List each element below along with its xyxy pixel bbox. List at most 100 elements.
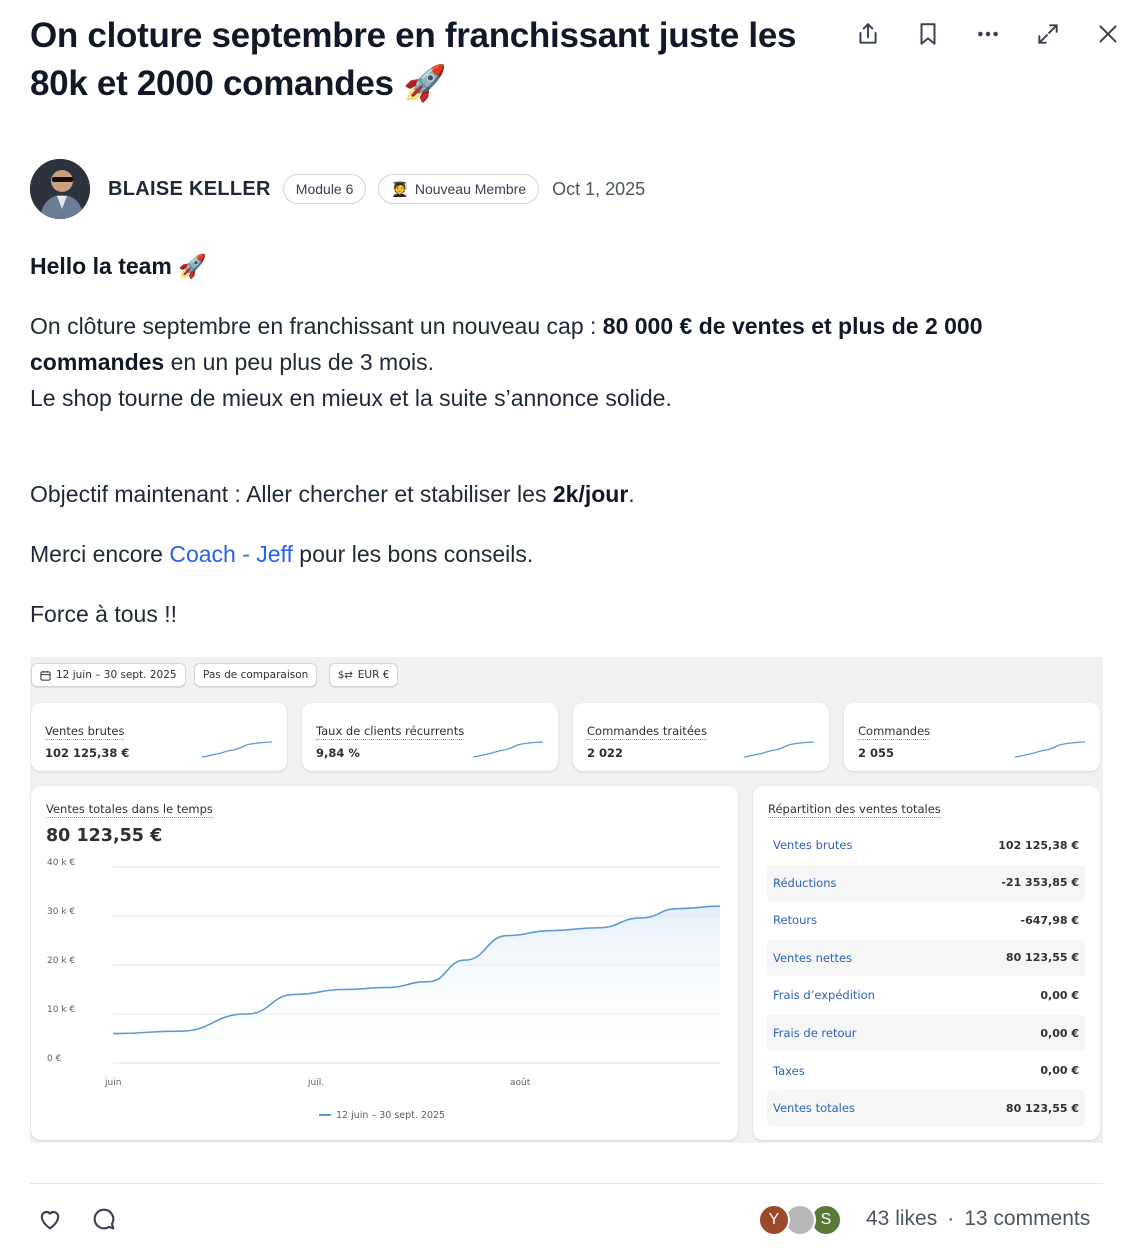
breakdown-label[interactable]: Retours (773, 913, 817, 927)
x-tick-label: juin (104, 1078, 121, 1088)
more-icon (978, 31, 998, 37)
author-row: BLAISE KELLER Module 6 🧑‍🎓 Nouveau Membr… (30, 158, 645, 220)
breakdown-label[interactable]: Frais d’expédition (773, 988, 875, 1002)
p2-text-b: . (628, 481, 635, 507)
breakdown-row: Ventes totales 80 123,55 € (767, 1090, 1085, 1127)
breakdown-value: 0,00 € (1040, 1064, 1079, 1078)
module-badge-label: Module 6 (295, 181, 354, 197)
p3-text-a: Merci encore (30, 541, 170, 567)
breakdown-value: 0,00 € (1040, 988, 1079, 1002)
author-name[interactable]: BLAISE KELLER (108, 178, 271, 201)
x-tick-label: août (510, 1078, 531, 1088)
date-range-label: 12 juin – 30 sept. 2025 (56, 669, 177, 681)
breakdown-title: Répartition des ventes totales (768, 802, 941, 818)
like-button[interactable] (34, 1203, 66, 1235)
engagement-stats: 43 likes · 13 comments (866, 1207, 1090, 1231)
breakdown-row: Ventes brutes 102 125,38 € (767, 827, 1085, 863)
post-date: Oct 1, 2025 (552, 178, 646, 199)
breakdown-value: 102 125,38 € (998, 838, 1079, 852)
p1-text-b: en un peu plus de 3 mois. (164, 349, 435, 375)
calendar-icon (40, 670, 51, 681)
breakdown-row: Réductions -21 353,85 € (767, 864, 1085, 901)
breakdown-value: 80 123,55 € (1005, 1101, 1079, 1115)
p4-text: Force à tous !! (30, 601, 178, 627)
breakdown-row: Ventes nettes 80 123,55 € (767, 939, 1085, 976)
breakdown-value: -647,98 € (1020, 913, 1080, 927)
breakdown-row: Retours -647,98 € (767, 902, 1085, 938)
avatar-photo (30, 159, 90, 219)
expand-icon (1038, 24, 1058, 44)
student-icon: 🧑‍🎓 (391, 180, 409, 197)
date-range-chip: 12 juin – 30 sept. 2025 (31, 663, 186, 687)
breakdown-label[interactable]: Taxes (773, 1064, 805, 1078)
footer-divider (30, 1183, 1103, 1184)
bookmark-icon (920, 23, 936, 45)
kpi-card: Taux de clients récurrents 9,84 % (302, 703, 558, 771)
y-tick-label: 20 k € (47, 956, 75, 966)
kpi-label: Commandes (858, 724, 931, 740)
p2-text-a: Objectif maintenant : Aller chercher et … (30, 481, 553, 507)
breakdown-value: -21 353,85 € (1001, 876, 1079, 890)
breakdown-row: Taxes 0,00 € (767, 1053, 1085, 1089)
kpi-card: Ventes brutes 102 125,38 € (31, 703, 287, 771)
currency-label: EUR € (357, 669, 390, 681)
y-tick-label: 0 € (47, 1054, 62, 1064)
comparison-label: Pas de comparaison (203, 669, 309, 681)
series-area (113, 906, 720, 1063)
breakdown-label[interactable]: Ventes brutes (773, 838, 852, 852)
paragraph-1: On clôture septembre en franchissant un … (30, 308, 1110, 416)
likes-count[interactable]: 43 likes (866, 1207, 937, 1231)
role-badge-label: Nouveau Membre (414, 181, 527, 197)
author-avatar[interactable] (30, 159, 90, 219)
stats-separator: · (947, 1207, 955, 1230)
bookmark-button[interactable] (910, 16, 946, 52)
breakdown-label[interactable]: Ventes totales (773, 1101, 855, 1115)
breakdown-value: 0,00 € (1040, 1026, 1079, 1040)
breakdown-label[interactable]: Frais de retour (773, 1026, 857, 1040)
kpi-card: Commandes traitées 2 022 (573, 703, 829, 771)
share-button[interactable] (850, 16, 886, 52)
breakdown-label[interactable]: Réductions (773, 876, 836, 890)
module-badge: Module 6 (282, 174, 367, 204)
kpi-label: Commandes traitées (587, 724, 707, 740)
post-body: Hello la team 🚀 On clôture septembre en … (30, 248, 1110, 632)
breakdown-row: Frais d’expédition 0,00 € (767, 977, 1085, 1013)
comment-button[interactable] (88, 1203, 120, 1235)
expand-button[interactable] (1030, 16, 1066, 52)
currency-chip: $⇄ EUR € (329, 663, 399, 687)
p2-bold: 2k/jour (552, 481, 629, 507)
sparkline (743, 741, 815, 758)
breakdown-label[interactable]: Ventes nettes (773, 951, 852, 965)
kpi-label: Ventes brutes (45, 724, 125, 740)
role-badge: 🧑‍🎓 Nouveau Membre (378, 174, 540, 204)
y-tick-label: 30 k € (47, 907, 75, 917)
sparkline (1014, 741, 1086, 758)
sales-breakdown-card: Répartition des ventes totales Ventes br… (753, 786, 1100, 1140)
breakdown-value: 80 123,55 € (1005, 951, 1079, 965)
paragraph-4: Force à tous !! (30, 596, 1110, 632)
heart-icon (40, 1211, 60, 1230)
post-toolbar (850, 16, 1126, 52)
close-button[interactable] (1090, 16, 1126, 52)
p1-line2: Le shop tourne de mieux en mieux et la s… (30, 385, 672, 411)
kpi-card: Commandes 2 055 (844, 703, 1100, 771)
kpi-label: Taux de clients récurrents (316, 724, 465, 740)
close-icon (1099, 25, 1117, 43)
currency-exchange-icon: $⇄ (338, 669, 353, 681)
comments-count[interactable]: 13 comments (964, 1207, 1090, 1231)
liker-avatar[interactable]: Y (758, 1204, 790, 1236)
coach-mention-link[interactable]: Coach - Jeff (169, 541, 293, 567)
post-title: On cloture septembre en franchissant jus… (30, 16, 797, 103)
share-icon (859, 23, 877, 44)
more-button[interactable] (970, 16, 1006, 52)
comment-bubble-icon (93, 1208, 115, 1230)
dashboard-image[interactable]: 12 juin – 30 sept. 2025 Pas de comparais… (30, 657, 1103, 1143)
y-tick-label: 10 k € (47, 1005, 75, 1015)
footer-actions (34, 1203, 120, 1235)
greeting: Hello la team 🚀 (30, 248, 1110, 284)
breakdown-row: Frais de retour 0,00 € (767, 1015, 1085, 1051)
comparison-chip: Pas de comparaison (194, 663, 318, 687)
likers-avatar-stack[interactable]: YS (758, 1204, 842, 1236)
p1-text-a: On clôture septembre en franchissant un … (30, 313, 603, 339)
paragraph-3: Merci encore Coach - Jeff pour les bons … (30, 536, 1110, 572)
